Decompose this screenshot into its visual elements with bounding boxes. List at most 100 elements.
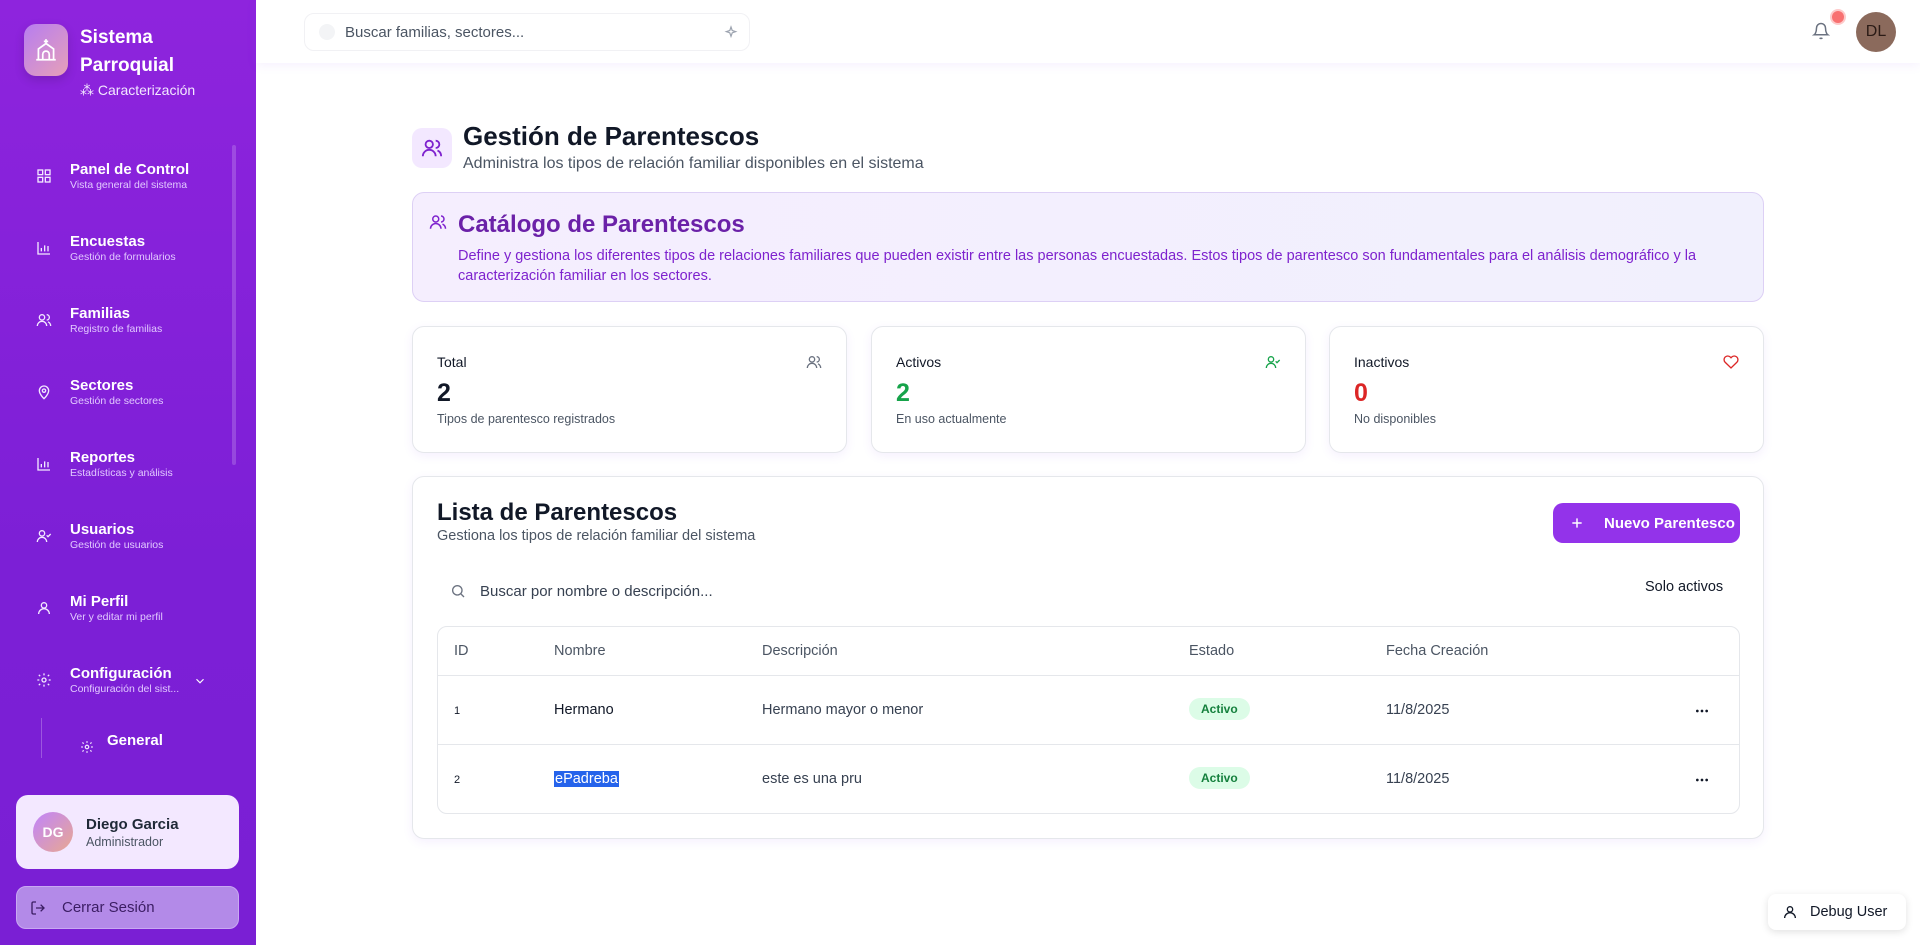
sidebar-item-usuarios[interactable]: Usuarios Gestión de usuarios — [0, 506, 256, 556]
column-header-id[interactable]: ID — [454, 643, 469, 659]
sidebar-item-encuestas[interactable]: Encuestas Gestión de formularios — [0, 218, 256, 268]
selected-text: ePadreba — [554, 771, 619, 787]
parentescos-table: ID Nombre Descripción Estado Fecha Creac… — [437, 626, 1740, 814]
sidebar-item-mi-perfil[interactable]: Mi Perfil Ver y editar mi perfil — [0, 578, 256, 628]
column-header-descripcion[interactable]: Descripción — [762, 643, 838, 659]
list-title: Lista de Parentescos — [437, 499, 678, 526]
stat-desc: En uso actualmente — [896, 412, 1007, 426]
search-input[interactable] — [345, 23, 705, 41]
sparkle-icon — [724, 25, 738, 39]
avatar[interactable]: DL — [1856, 12, 1896, 52]
topbar: DL — [256, 0, 1920, 63]
more-options-icon[interactable] — [1694, 703, 1710, 719]
sidebar-item-desc: Configuración del sist... — [70, 683, 180, 695]
page-subtitle: Administra los tipos de relación familia… — [463, 155, 924, 172]
gear-icon — [37, 673, 51, 687]
sidebar: Sistema Parroquial ⁂ Caracterización Pan… — [0, 0, 256, 945]
table-row[interactable]: 2 ePadreba este es una pru Activo 11/8/2… — [438, 745, 1739, 813]
stat-desc: Tipos de parentesco registrados — [437, 412, 616, 426]
submenu-divider — [41, 718, 42, 758]
list-search-input[interactable] — [480, 582, 1080, 600]
sidebar-item-panel-de-control[interactable]: Panel de Control Vista general del sistem… — [0, 146, 256, 196]
bar-chart-icon — [37, 242, 50, 255]
stat-label: Inactivos — [1354, 354, 1410, 370]
table-row[interactable]: 1 Hermano Hermano mayor o menor Activo 1… — [438, 676, 1739, 745]
solo-activos-toggle[interactable]: Solo activos — [1645, 579, 1723, 595]
sidebar-item-label: Reportes — [70, 449, 136, 466]
users-icon — [412, 128, 452, 168]
sidebar-item-label: Mi Perfil — [70, 593, 129, 610]
table-header: ID Nombre Descripción Estado Fecha Creac… — [438, 627, 1739, 676]
sidebar-item-label: Familias — [70, 305, 131, 322]
user-icon — [38, 602, 50, 615]
cell-date: 11/8/2025 — [1386, 771, 1450, 787]
heart-icon — [1723, 355, 1739, 369]
sidebar-item-familias[interactable]: Familias Registro de familias — [0, 290, 256, 340]
parentescos-list-card: Lista de Parentescos Gestiona los tipos … — [412, 476, 1764, 839]
stat-card-inactivos: Inactivos 0 No disponibles — [1329, 326, 1764, 453]
chevron-down-icon[interactable] — [193, 674, 207, 688]
user-card[interactable]: DG Diego Garcia Administrador — [16, 795, 239, 869]
sidebar-subitem-label: General — [107, 732, 163, 749]
stat-value: 2 — [437, 379, 451, 407]
column-header-fecha[interactable]: Fecha Creación — [1386, 643, 1488, 659]
map-pin-icon — [38, 385, 50, 400]
sparkle-icon: ⁂ — [80, 82, 98, 98]
stat-label: Total — [437, 354, 467, 370]
global-search[interactable] — [304, 13, 750, 51]
debug-user-button[interactable]: Debug User — [1768, 894, 1906, 930]
sidebar-item-label: Panel de Control — [70, 161, 190, 178]
sidebar-item-label: Usuarios — [70, 521, 135, 538]
catalog-title: Catálogo de Parentescos — [458, 211, 745, 238]
notification-badge — [1832, 11, 1844, 23]
cell-date: 11/8/2025 — [1386, 702, 1450, 718]
avatar: DG — [33, 812, 73, 852]
user-icon — [1784, 906, 1796, 919]
sidebar-item-configuracion[interactable]: Configuración Configuración del sist... — [0, 650, 256, 700]
cell-id: 2 — [454, 774, 461, 786]
page-title: Gestión de Parentescos — [463, 121, 760, 151]
users-icon — [429, 215, 447, 229]
stat-label: Activos — [896, 354, 942, 370]
bar-chart-icon — [37, 458, 50, 471]
sidebar-item-reportes[interactable]: Reportes Estadísticas y análisis — [0, 434, 256, 484]
status-badge: Activo — [1189, 767, 1250, 789]
user-role: Administrador — [86, 834, 164, 849]
stat-value: 2 — [896, 379, 910, 407]
bell-icon[interactable] — [1812, 22, 1830, 40]
sidebar-item-desc: Estadísticas y análisis — [70, 467, 173, 479]
list-search[interactable] — [437, 573, 1437, 609]
sidebar-item-desc: Vista general del sistema — [70, 179, 188, 191]
column-header-estado[interactable]: Estado — [1189, 643, 1234, 659]
sidebar-subitem-general[interactable]: General — [80, 732, 163, 754]
brand[interactable]: Sistema Parroquial ⁂ Caracterización — [24, 24, 200, 99]
user-check-icon — [1265, 356, 1281, 369]
more-options-icon[interactable] — [1694, 772, 1710, 788]
sidebar-item-desc: Gestión de formularios — [70, 251, 176, 263]
search-icon — [452, 585, 465, 598]
column-header-nombre[interactable]: Nombre — [554, 643, 606, 659]
cell-name: ePadreba — [554, 771, 619, 787]
sidebar-item-sectores[interactable]: Sectores Gestión de sectores — [0, 362, 256, 412]
stat-desc: No disponibles — [1354, 412, 1436, 426]
cell-description: Hermano mayor o menor — [762, 702, 924, 718]
stat-value: 0 — [1354, 379, 1368, 407]
search-icon — [319, 24, 335, 40]
cell-name: Hermano — [554, 702, 614, 718]
new-parentesco-label: Nuevo Parentesco — [1604, 514, 1735, 532]
stat-card-activos: Activos 2 En uso actualmente — [871, 326, 1306, 453]
user-name: Diego Garcia — [86, 815, 179, 833]
gear-icon — [81, 741, 93, 753]
logout-button[interactable]: Cerrar Sesión — [16, 886, 239, 929]
page-header: Gestión de Parentescos Administra los ti… — [412, 120, 924, 173]
status-badge: Activo — [1189, 698, 1250, 720]
sidebar-item-label: Sectores — [70, 377, 134, 394]
sidebar-item-label: Configuración — [70, 665, 172, 682]
cell-id: 1 — [454, 705, 461, 717]
cell-description: este es una pru — [762, 771, 862, 787]
new-parentesco-button[interactable]: Nuevo Parentesco — [1553, 503, 1740, 543]
logout-icon — [31, 900, 45, 915]
catalog-description: Define y gestiona los diferentes tipos d… — [458, 248, 1697, 284]
brand-title: Sistema Parroquial — [80, 27, 174, 76]
logout-label: Cerrar Sesión — [62, 899, 155, 916]
